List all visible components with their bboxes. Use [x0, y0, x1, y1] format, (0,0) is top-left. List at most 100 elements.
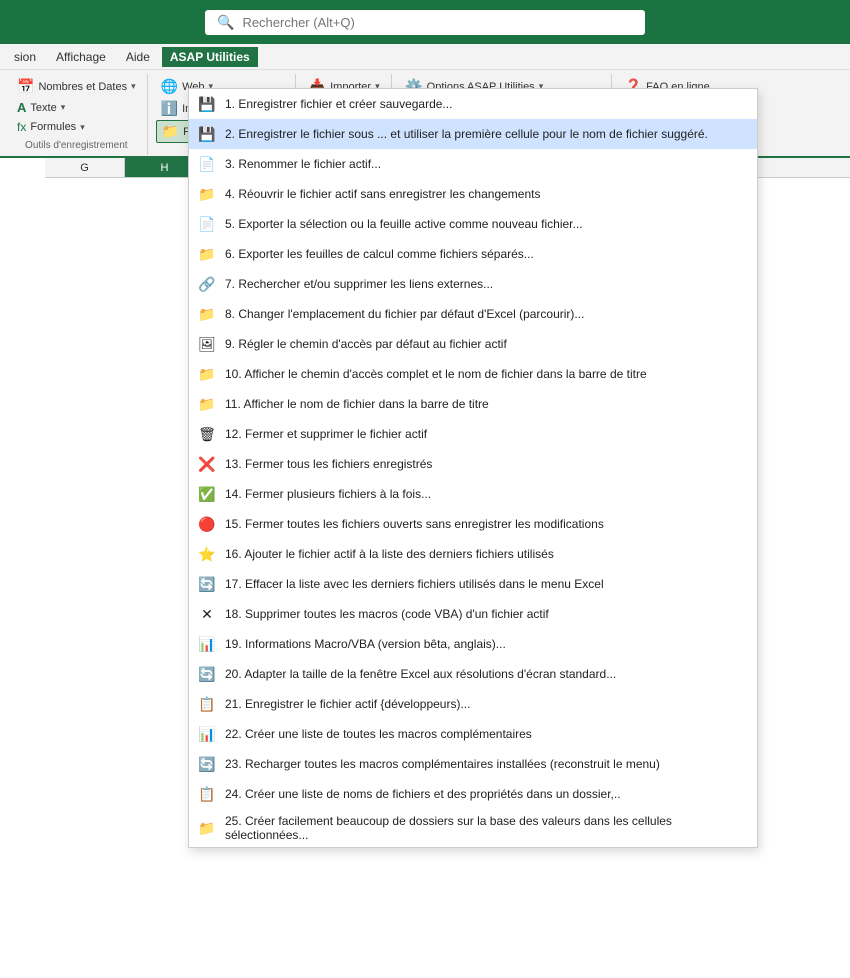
menu-item-icon-14: ✅	[197, 484, 217, 504]
menu-item-text-3: 3. Renommer le fichier actif...	[225, 157, 745, 171]
search-icon: 🔍	[217, 14, 234, 31]
menu-item-icon-21: 📋	[197, 694, 217, 714]
menu-item-icon-5: 📄	[197, 214, 217, 234]
menu-item-text-25: 25. Créer facilement beaucoup de dossier…	[225, 814, 745, 842]
menu-item-1[interactable]: 💾 1. Enregistrer fichier et créer sauvega…	[189, 89, 757, 119]
menu-item-text-19: 19. Informations Macro/VBA (version bêta…	[225, 637, 745, 651]
menu-item-icon-19: 📊	[197, 634, 217, 654]
menu-item-text-24: 24. Créer une liste de noms de fichiers …	[225, 787, 745, 801]
menu-item-icon-7: 🔗	[197, 274, 217, 294]
menu-item-text-5: 5. Exporter la sélection ou la feuille a…	[225, 217, 745, 231]
menu-item-text-2: 2. Enregistrer le fichier sous ... et ut…	[225, 127, 745, 141]
menu-item-icon-8: 📁	[197, 304, 217, 324]
menu-item-text-15: 15. Fermer toutes les fichiers ouverts s…	[225, 517, 745, 531]
menu-item-23[interactable]: 🔄 23. Recharger toutes les macros complém…	[189, 749, 757, 779]
menu-item-text-18: 18. Supprimer toutes les macros (code VB…	[225, 607, 745, 621]
menu-item-17[interactable]: 🔄 17. Effacer la liste avec les derniers …	[189, 569, 757, 599]
menu-item-affichage[interactable]: Affichage	[48, 47, 114, 67]
menu-item-text-1: 1. Enregistrer fichier et créer sauvegar…	[225, 97, 745, 111]
menu-item-icon-2: 💾	[197, 124, 217, 144]
col-header-g: G	[45, 158, 125, 177]
menu-item-asap[interactable]: ASAP Utilities	[162, 47, 258, 67]
btn-texte-label: Texte	[30, 102, 56, 114]
fichier-dropdown: 💾 1. Enregistrer fichier et créer sauvega…	[188, 88, 758, 848]
menu-item-icon-18: ✕	[197, 604, 217, 624]
menu-item-icon-12: 🗑	[197, 424, 217, 444]
menu-item-21[interactable]: 📋 21. Enregistrer le fichier actif {dével…	[189, 689, 757, 719]
menu-item-text-8: 8. Changer l'emplacement du fichier par …	[225, 307, 745, 321]
menu-item-6[interactable]: 📁6. Exporter les feuilles de calcul comm…	[189, 239, 757, 269]
menu-item-25[interactable]: 📁 25. Créer facilement beaucoup de dossie…	[189, 809, 757, 847]
texte-arrow: ▾	[61, 102, 66, 113]
nombres-arrow: ▾	[131, 81, 136, 92]
search-input[interactable]	[242, 15, 633, 30]
menu-item-icon-23: 🔄	[197, 754, 217, 774]
menu-item-12[interactable]: 🗑 12. Fermer et supprimer le fichier acti…	[189, 419, 757, 449]
menu-item-15[interactable]: 🔴 15. Fermer toutes les fichiers ouverts …	[189, 509, 757, 539]
menu-item-text-22: 22. Créer une liste de toutes les macros…	[225, 727, 745, 741]
ribbon-group-outils: 📅 Nombres et Dates ▾ A Texte ▾ fx Formul…	[6, 74, 148, 155]
menu-item-text-4: 4. Réouvrir le fichier actif sans enregi…	[225, 187, 745, 201]
menu-item-aide[interactable]: Aide	[118, 47, 158, 67]
menu-item-icon-15: 🔴	[197, 514, 217, 534]
fichier-icon: 📁	[162, 123, 179, 140]
menu-item-4[interactable]: 📁 4. Réouvrir le fichier actif sans enreg…	[189, 179, 757, 209]
search-wrapper: 🔍	[205, 10, 645, 35]
menu-item-11[interactable]: 📁 11. Afficher le nom de fichier dans la …	[189, 389, 757, 419]
menu-item-text-23: 23. Recharger toutes les macros compléme…	[225, 757, 745, 771]
menu-item-18[interactable]: ✕ 18. Supprimer toutes les macros (code V…	[189, 599, 757, 629]
menu-item-icon-10: 📁	[197, 364, 217, 384]
text-icon: A	[17, 100, 26, 115]
btn-formules[interactable]: fx Formules ▾	[12, 118, 141, 136]
menu-item-9[interactable]: 🖼 9. Régler le chemin d'accès par défaut …	[189, 329, 757, 359]
menu-item-14[interactable]: ✅14. Fermer plusieurs fichiers à la fois…	[189, 479, 757, 509]
menu-item-text-12: 12. Fermer et supprimer le fichier actif	[225, 427, 745, 441]
menu-item-19[interactable]: 📊 19. Informations Macro/VBA (version bêt…	[189, 629, 757, 659]
menu-item-text-9: 9. Régler le chemin d'accès par défaut a…	[225, 337, 745, 351]
numbers-icon: 📅	[17, 78, 34, 95]
menu-item-text-21: 21. Enregistrer le fichier actif {dévelo…	[225, 697, 745, 711]
menu-item-text-7: 7. Rechercher et/ou supprimer les liens …	[225, 277, 745, 291]
menu-item-text-10: 10. Afficher le chemin d'accès complet e…	[225, 367, 745, 381]
menu-item-22[interactable]: 📊 22. Créer une liste de toutes les macro…	[189, 719, 757, 749]
menu-item-24[interactable]: 📋 24. Créer une liste de noms de fichiers…	[189, 779, 757, 809]
menu-item-10[interactable]: 📁 10. Afficher le chemin d'accès complet …	[189, 359, 757, 389]
btn-nombres-dates[interactable]: 📅 Nombres et Dates ▾	[12, 76, 141, 97]
menu-item-icon-13: ❌	[197, 454, 217, 474]
web-icon: 🌐	[161, 78, 178, 95]
menu-item-icon-1: 💾	[197, 94, 217, 114]
search-bar: 🔍	[0, 0, 850, 44]
menu-item-5[interactable]: 📄 5. Exporter la sélection ou la feuille …	[189, 209, 757, 239]
btn-formules-label: Formules	[30, 121, 76, 133]
btn-texte[interactable]: A Texte ▾	[12, 98, 141, 117]
menu-item-7[interactable]: 🔗 7. Rechercher et/ou supprimer les liens…	[189, 269, 757, 299]
info-icon: ℹ️	[161, 100, 178, 117]
menu-item-icon-22: 📊	[197, 724, 217, 744]
menu-item-text-17: 17. Effacer la liste avec les derniers f…	[225, 577, 745, 591]
formules-icon: fx	[17, 120, 26, 134]
menu-item-icon-25: 📁	[197, 818, 217, 838]
menu-item-13[interactable]: ❌ 13. Fermer tous les fichiers enregistré…	[189, 449, 757, 479]
menu-item-3[interactable]: 📄3. Renommer le fichier actif...	[189, 149, 757, 179]
outils-buttons: 📅 Nombres et Dates ▾ A Texte ▾ fx Formul…	[12, 76, 141, 136]
menu-item-icon-16: ⭐	[197, 544, 217, 564]
menu-item-8[interactable]: 📁 8. Changer l'emplacement du fichier par…	[189, 299, 757, 329]
outils-label: Outils d'enregistrement	[12, 136, 141, 151]
btn-nombres-label: Nombres et Dates	[38, 81, 127, 93]
menu-bar: sion Affichage Aide ASAP Utilities	[0, 44, 850, 70]
menu-item-icon-24: 📋	[197, 784, 217, 804]
menu-item-2[interactable]: 💾 2. Enregistrer le fichier sous ... et u…	[189, 119, 757, 149]
menu-item-icon-4: 📁	[197, 184, 217, 204]
menu-item-sion[interactable]: sion	[6, 47, 44, 67]
menu-item-20[interactable]: 🔄20. Adapter la taille de la fenêtre Exc…	[189, 659, 757, 689]
menu-item-text-20: 20. Adapter la taille de la fenêtre Exce…	[225, 667, 745, 681]
menu-item-icon-17: 🔄	[197, 574, 217, 594]
menu-item-icon-11: 📁	[197, 394, 217, 414]
menu-item-text-16: 16. Ajouter le fichier actif à la liste …	[225, 547, 745, 561]
menu-item-text-13: 13. Fermer tous les fichiers enregistrés	[225, 457, 745, 471]
menu-item-16[interactable]: ⭐ 16. Ajouter le fichier actif à la liste…	[189, 539, 757, 569]
menu-item-icon-6: 📁	[197, 244, 217, 264]
formules-arrow: ▾	[80, 122, 85, 133]
menu-item-icon-9: 🖼	[197, 334, 217, 354]
menu-item-text-11: 11. Afficher le nom de fichier dans la b…	[225, 397, 745, 411]
